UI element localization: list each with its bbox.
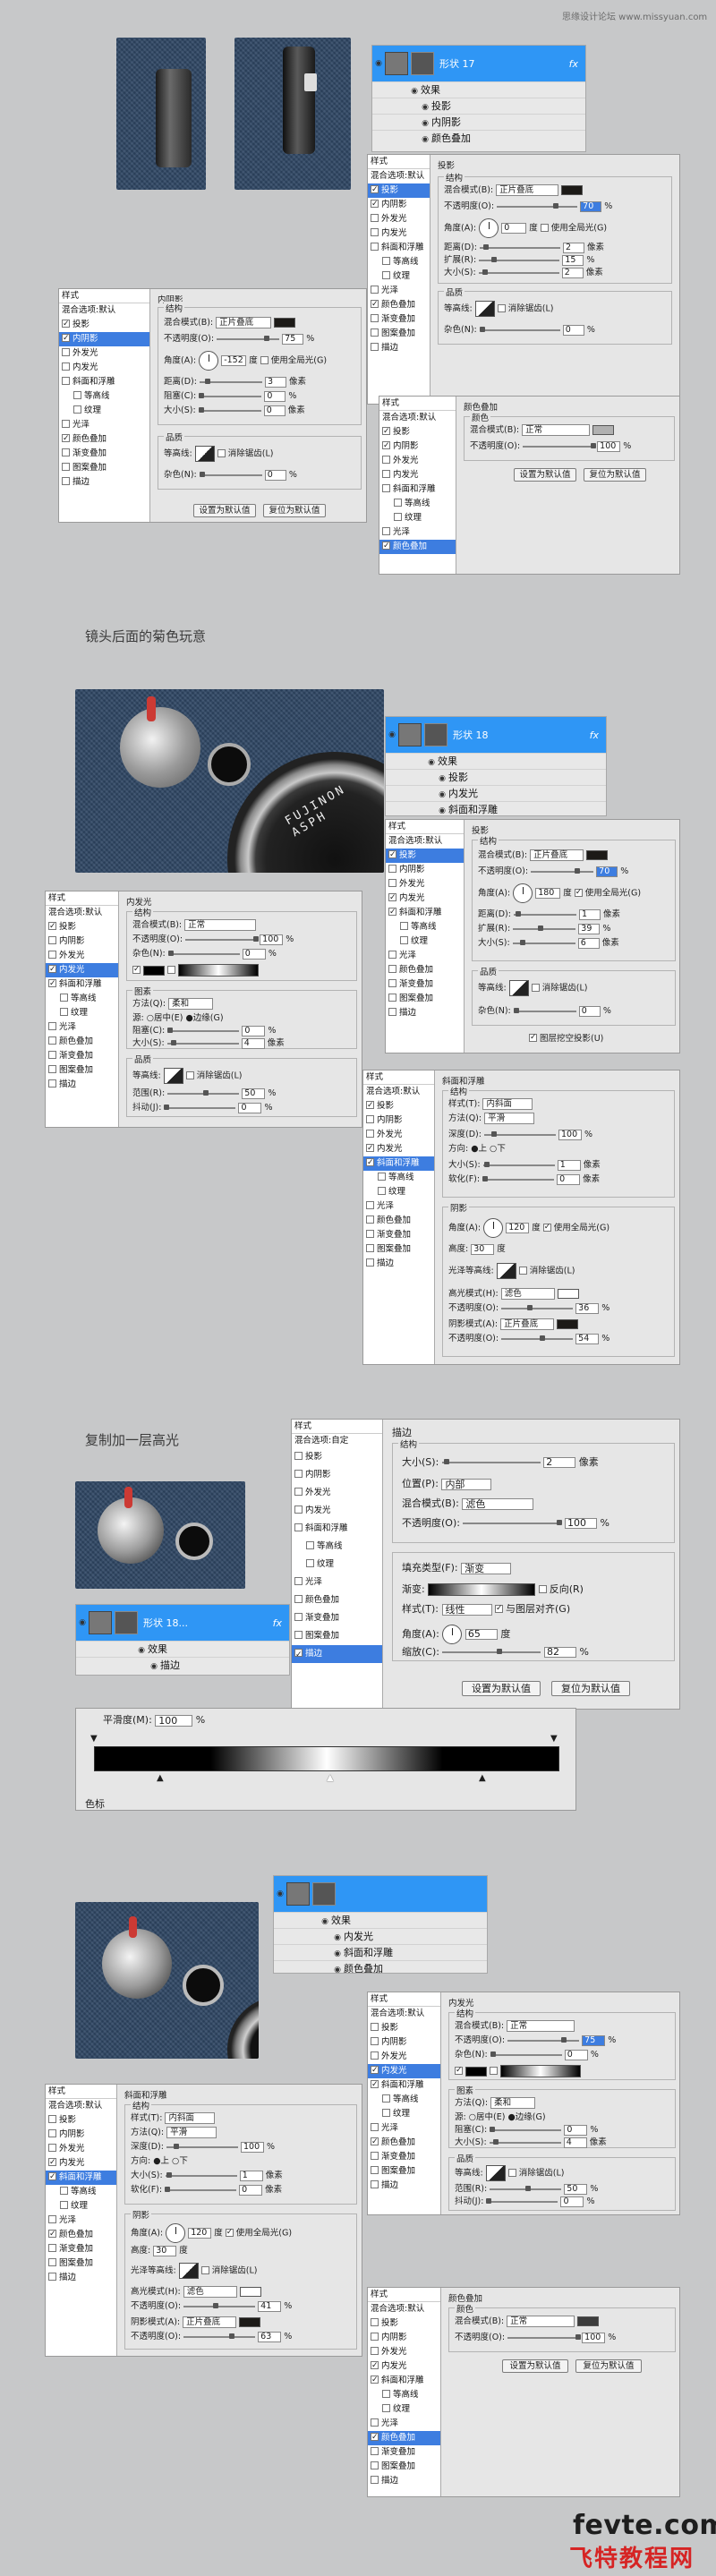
opacity-stop-icon[interactable]: ▼ (550, 1734, 558, 1744)
red-button (129, 1916, 137, 1938)
style-item-texture[interactable]: 纹理 (368, 269, 430, 284)
eye-icon: ◉ (422, 119, 429, 128)
small-port (175, 1523, 213, 1560)
shutter-dial (102, 1929, 172, 1999)
gradient-picker[interactable] (428, 1583, 536, 1596)
noise-input[interactable]: 0 (562, 324, 584, 336)
style-item-pattern-overlay[interactable]: 图案叠加 (368, 327, 430, 341)
eye-icon[interactable]: ◉ (372, 59, 385, 68)
style-item-gradient-overlay[interactable]: 渐变叠加 (368, 312, 430, 327)
style-item-bevel[interactable]: 斜面和浮雕 (368, 241, 430, 255)
red-button (124, 1487, 132, 1508)
dialog-color-overlay-1: 样式 混合选项:默认 投影 内阴影 外发光 内发光 斜面和浮雕 等高线 纹理 光… (379, 396, 680, 575)
dialog-inner-glow-2: 样式 混合选项:默认 投影 内阴影 外发光 内发光 斜面和浮雕 等高线 纹理 光… (367, 1992, 680, 2215)
shadow-color-swatch[interactable] (561, 185, 584, 195)
color-stop-label: 色标 (85, 1798, 105, 1810)
dial-knob (156, 69, 192, 167)
dialog-color-overlay-2: 样式 混合选项:默认 投影 内阴影 外发光 内发光 斜面和浮雕 等高线 纹理 光… (367, 2287, 680, 2497)
group-quality: 品质 等高线: 消除锯齿(L) 杂色(N): 0 % (438, 286, 672, 345)
dialog-bevel-2: 样式 混合选项:默认 投影 内阴影 外发光 内发光 斜面和浮雕 等高线 纹理 光… (45, 2084, 362, 2357)
effect-row[interactable]: ◉ 效果 (372, 81, 585, 98)
red-button (147, 696, 156, 721)
opacity-stop-icon[interactable]: ▼ (90, 1734, 98, 1744)
mask-thumbnail (411, 52, 434, 75)
distance-input[interactable]: 2 (563, 242, 584, 253)
photo-camera-side-1 (116, 38, 206, 190)
eye-icon: ◉ (422, 135, 429, 144)
style-item-color-overlay[interactable]: 颜色叠加 (368, 297, 430, 312)
dialog-bevel-1: 样式 混合选项:默认 投影 内阴影 外发光 内发光 斜面和浮雕 等高线 纹理 光… (362, 1070, 680, 1365)
fx-icon[interactable]: fx (273, 1617, 282, 1629)
style-list: 样式 混合选项:默认 投影 内阴影 外发光 内发光 斜面和浮雕 等高线 纹理 光… (368, 155, 430, 404)
blend-options[interactable]: 混合选项:默认 (368, 169, 430, 183)
spread-input[interactable]: 15 (562, 254, 584, 266)
contour-picker[interactable] (474, 301, 495, 317)
caption-2: 复制加一层高光 (85, 1432, 180, 1448)
photo-camera-lens-1: FUJINON ASPH (75, 689, 384, 873)
make-default-button[interactable]: 设置为默认值 (193, 504, 256, 517)
style-item-satin[interactable]: 光泽 (368, 284, 430, 298)
style-item-outer-glow[interactable]: 外发光 (368, 212, 430, 226)
group-structure: 结构 混合模式(B): 正片叠底 不透明度(O): 70 % 角度(A): 0 … (438, 171, 672, 284)
style-item-stroke[interactable]: 描边 (368, 341, 430, 355)
dialog-inner-shadow: 样式 混合选项:默认 投影 内阴影 外发光 内发光 斜面和浮雕 等高线 纹理 光… (58, 288, 367, 523)
dialog-drop-shadow-1: 样式 混合选项:默认 投影 内阴影 外发光 内发光 斜面和浮雕 等高线 纹理 光… (367, 154, 680, 405)
opacity-input[interactable]: 70 (580, 200, 602, 212)
dialog-drop-shadow-2: 样式 混合选项:默认 投影 内阴影 外发光 内发光 斜面和浮雕 等高线 纹理 光… (385, 819, 680, 1053)
style-item-inner-glow[interactable]: 内发光 (368, 226, 430, 241)
color-stop-icon[interactable]: ▲ (157, 1773, 164, 1783)
fx-icon[interactable]: fx (590, 729, 599, 741)
highlight-tab (304, 73, 317, 91)
angle-dial[interactable] (479, 218, 499, 238)
angle-input[interactable]: 0 (501, 223, 527, 234)
footer-subtitle: 飞特教程网 (569, 2546, 695, 2572)
footer-logo: fevte.com (573, 2510, 716, 2541)
dial-knob-2 (283, 47, 315, 154)
reset-default-button[interactable]: 复位为默认值 (263, 504, 326, 517)
effect-row[interactable]: ◉ 内阴影 (372, 114, 585, 130)
layer-row-selected[interactable]: ◉ 形状 17 fx (372, 46, 585, 81)
style-item-contour[interactable]: 等高线 (368, 255, 430, 269)
eye-icon: ◉ (411, 87, 418, 96)
shutter-dial (120, 707, 200, 788)
opacity-slider[interactable] (497, 202, 578, 209)
style-header: 样式 (368, 155, 430, 169)
effect-row[interactable]: ◉ 颜色叠加 (372, 130, 585, 146)
gradient-ramp[interactable] (94, 1746, 559, 1771)
photo-camera-lens-3 (75, 1902, 259, 2059)
caption-1: 镜头后面的菊色玩意 (85, 628, 207, 644)
style-item-inner-shadow[interactable]: 内阴影 (368, 197, 430, 212)
photo-camera-side-2 (234, 38, 351, 190)
lens-barrel (227, 1996, 259, 2059)
layer-name: 形状 17 (439, 58, 475, 70)
layers-panel-1: ◉ 形状 17 fx ◉ 效果 ◉ 投影 ◉ 内阴影 ◉ 颜色叠加 (371, 45, 586, 152)
small-port (208, 743, 251, 786)
size-input[interactable]: 2 (561, 267, 584, 278)
layers-panel-3: ◉ 形状 18... fx ◉ 效果 ◉ 描边 (75, 1604, 290, 1676)
fx-icon[interactable]: fx (569, 58, 578, 70)
layers-panel-4: ◉ ◉ 效果 ◉ 内发光 ◉ 斜面和浮雕 ◉ 颜色叠加 (273, 1875, 488, 1975)
layers-panel-2: ◉ 形状 18 fx ◉ 效果 ◉ 投影 ◉ 内发光 ◉ 斜面和浮雕 (385, 716, 607, 816)
dialog-inner-glow: 样式 混合选项:默认 投影 内阴影 外发光 内发光 斜面和浮雕 等高线 纹理 光… (45, 891, 362, 1128)
style-item-drop-shadow[interactable]: 投影 (368, 183, 430, 198)
blend-mode-select[interactable]: 正片叠底 (496, 184, 559, 196)
eye-icon: ◉ (422, 103, 429, 112)
gradient-editor: 平滑度(M): 100 % ▼ ▼ ▲ ▲ ▲ 色标 (75, 1708, 576, 1811)
watermark: 思缘设计论坛 www.missyuan.com (562, 13, 708, 22)
effect-row[interactable]: ◉ 投影 (372, 98, 585, 114)
layer-thumbnail (385, 52, 408, 75)
section-title: 投影 (438, 161, 456, 171)
color-stop-icon[interactable]: ▲ (479, 1773, 486, 1783)
dialog-stroke: 样式 混合选项:自定 投影 内阴影 外发光 内发光 斜面和浮雕 等高线 纹理 光… (291, 1419, 680, 1710)
photo-camera-lens-2 (75, 1481, 245, 1589)
style-list: 样式 混合选项:默认 投影 内阴影 外发光 内发光 斜面和浮雕 等高线 纹理 光… (59, 289, 150, 522)
color-stop-icon[interactable]: ▲ (327, 1773, 334, 1783)
small-port (183, 1965, 224, 2006)
